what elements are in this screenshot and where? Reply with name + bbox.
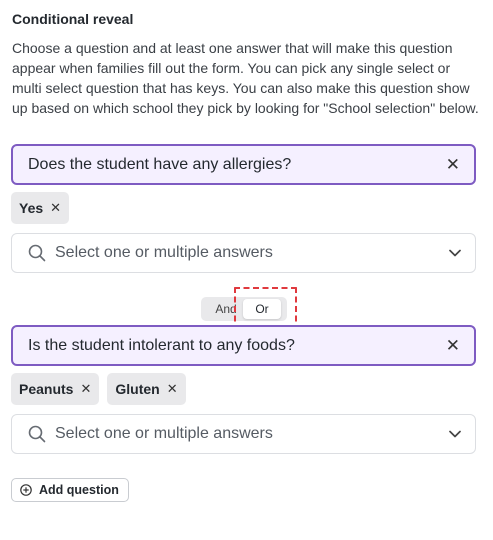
answer-chip-label: Yes (19, 200, 44, 216)
answer-chip: Peanuts ✕ (11, 373, 100, 405)
answers-select[interactable]: Select one or multiple answers (11, 414, 476, 454)
plus-circle-icon (20, 484, 32, 496)
add-question-button[interactable]: Add question (11, 478, 129, 502)
section-description: Choose a question and at least one answe… (12, 40, 479, 116)
answer-chips: Yes ✕ (11, 192, 70, 224)
answers-select[interactable]: Select one or multiple answers (11, 233, 476, 273)
chevron-down-icon (449, 430, 461, 438)
condition-question-select[interactable]: Is the student intolerant to any foods? … (11, 325, 476, 366)
answer-chip-label: Gluten (115, 381, 160, 397)
answers-select-placeholder: Select one or multiple answers (55, 244, 273, 261)
section-title: Conditional reveal (12, 11, 134, 27)
condition-question-select[interactable]: Does the student have any allergies? ✕ (11, 144, 476, 185)
answers-select-placeholder: Select one or multiple answers (55, 425, 273, 442)
logic-toggle-or[interactable]: Or (243, 299, 281, 319)
close-icon[interactable]: ✕ (50, 200, 61, 216)
condition-question-text: Does the student have any allergies? (28, 155, 292, 173)
close-icon[interactable]: ✕ (446, 337, 460, 354)
chevron-down-icon (449, 249, 461, 257)
logic-toggle-and[interactable]: And (203, 299, 243, 319)
close-icon[interactable]: ✕ (167, 381, 178, 397)
close-icon[interactable]: ✕ (446, 156, 460, 173)
answer-chips: Peanuts ✕ Gluten ✕ (11, 373, 186, 405)
search-icon (28, 425, 46, 443)
add-question-label: Add question (39, 483, 119, 497)
close-icon[interactable]: ✕ (80, 381, 91, 397)
answer-chip-label: Peanuts (19, 381, 74, 397)
condition-question-text: Is the student intolerant to any foods? (28, 336, 295, 354)
answer-chip: Yes ✕ (11, 192, 70, 224)
logic-toggle: And Or (201, 297, 287, 321)
search-icon (28, 244, 46, 262)
answer-chip: Gluten ✕ (107, 373, 186, 405)
